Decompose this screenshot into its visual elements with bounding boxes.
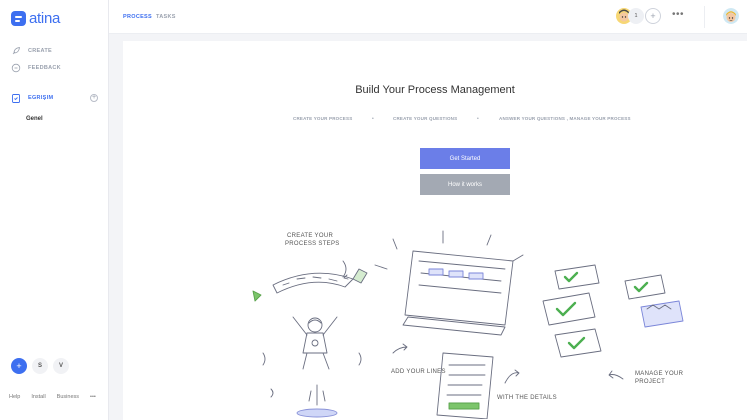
topbar: PROCESS TASKS 1 + ••• xyxy=(109,0,747,34)
sidebar-item-feedback[interactable]: FEEDBACK xyxy=(11,63,61,73)
logo[interactable]: atina xyxy=(11,10,60,27)
step-separator: • xyxy=(477,116,479,122)
help-link[interactable]: Help xyxy=(9,394,20,400)
illustration-label: MANAGE YOUR xyxy=(635,371,684,377)
sidebar-item-label: EGRIŞIM xyxy=(28,95,54,101)
page-title: Build Your Process Management xyxy=(355,84,515,96)
member-count-badge: 1 xyxy=(628,8,644,24)
business-link[interactable]: Business xyxy=(57,394,79,400)
main-card: Build Your Process Management CREATE YOU… xyxy=(123,41,747,420)
footer-links: Help Install Business ••• xyxy=(9,394,96,400)
sidebar-item-create[interactable]: CREATE xyxy=(11,46,52,56)
sidebar-subitem-genel[interactable]: Genel xyxy=(26,116,43,122)
illustration-label: PROJECT xyxy=(635,379,665,385)
chat-icon xyxy=(11,63,21,73)
illustration-label: PROCESS STEPS xyxy=(285,241,340,247)
add-workspace-button[interactable]: + xyxy=(90,94,98,102)
logo-icon xyxy=(11,11,26,26)
sidebar-item-workspace[interactable]: EGRIŞIM xyxy=(11,93,53,103)
tab-tasks[interactable]: TASKS xyxy=(156,14,176,20)
divider xyxy=(704,6,705,28)
onboarding-illustration: CREATE YOUR PROCESS STEPS ADD YOUR LINES… xyxy=(252,230,684,419)
logo-text: atina xyxy=(29,10,61,27)
illustration-label: CREATE YOUR xyxy=(287,233,333,239)
user-avatar[interactable] xyxy=(723,8,739,24)
tab-process[interactable]: PROCESS xyxy=(123,14,152,20)
install-link[interactable]: Install xyxy=(31,394,45,400)
member-avatars[interactable]: 1 xyxy=(616,8,644,24)
workspace-v-button[interactable]: V xyxy=(53,358,69,374)
add-member-button[interactable]: + xyxy=(645,8,661,24)
workspace-s-button[interactable]: S xyxy=(32,358,48,374)
sidebar: atina CREATE FEEDBACK EGRIŞIM + Genel + … xyxy=(0,0,109,420)
step-separator: • xyxy=(372,116,374,122)
sidebar-item-label: FEEDBACK xyxy=(28,65,61,71)
add-button[interactable]: + xyxy=(11,358,27,374)
step-label: CREATE YOUR PROCESS xyxy=(293,116,353,121)
step-label: CREATE YOUR QUESTIONS xyxy=(393,116,458,121)
get-started-button[interactable]: Get Started xyxy=(420,148,510,169)
illustration-label: ADD YOUR LINES xyxy=(391,369,446,375)
more-link[interactable]: ••• xyxy=(90,394,96,400)
step-label: ANSWER YOUR QUESTIONS , MANAGE YOUR PROC… xyxy=(499,116,631,121)
rocket-icon xyxy=(11,46,21,56)
more-options-button[interactable]: ••• xyxy=(672,9,684,20)
bottom-actions: + S V xyxy=(11,358,69,374)
sidebar-item-label: CREATE xyxy=(28,48,53,54)
how-it-works-button[interactable]: How it works xyxy=(420,174,510,195)
illustration-label: WITH THE DETAILS xyxy=(497,395,557,401)
clipboard-icon xyxy=(11,93,21,103)
app-root: atina CREATE FEEDBACK EGRIŞIM + Genel + … xyxy=(0,0,747,420)
